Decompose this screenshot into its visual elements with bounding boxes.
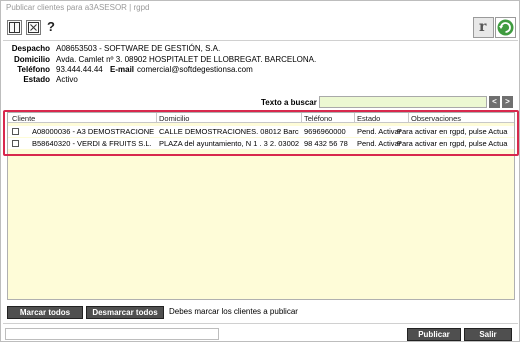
close-x-icon bbox=[28, 22, 39, 33]
domicilio-value: Avda. Camlet nº 3. 08902 HOSPITALET DE L… bbox=[56, 55, 317, 64]
estado-value: Activo bbox=[56, 75, 78, 84]
email-label: E-mail bbox=[110, 65, 135, 74]
grid-icon bbox=[9, 22, 20, 33]
desmarcar-todos-button[interactable]: Desmarcar todos bbox=[86, 306, 164, 319]
title-bar: Publicar clientes para a3ASESOR | rgpd bbox=[1, 1, 519, 16]
refresh-icon bbox=[497, 19, 514, 36]
separator bbox=[3, 40, 518, 41]
arrow-left-icon[interactable]: < bbox=[489, 96, 500, 108]
salir-button[interactable]: Salir bbox=[464, 328, 512, 341]
domicilio-label: Domicilio bbox=[13, 55, 50, 64]
despacho-label: Despacho bbox=[11, 44, 50, 53]
footer-message: Debes marcar los clientes a publicar bbox=[169, 307, 298, 316]
status-field bbox=[5, 328, 219, 340]
publicar-button[interactable]: Publicar bbox=[407, 328, 461, 341]
grid-view-button[interactable] bbox=[7, 20, 22, 35]
r-button[interactable]: r bbox=[473, 17, 494, 38]
window-title: Publicar clientes para a3ASESOR | rgpd bbox=[6, 3, 150, 12]
telefono-label: Teléfono bbox=[17, 65, 50, 74]
separator bbox=[3, 323, 518, 324]
estado-label: Estado bbox=[23, 75, 50, 84]
selection-highlight bbox=[3, 110, 519, 156]
email-value: comercial@softdegestionsa.com bbox=[137, 65, 253, 74]
despacho-value: A08653503 - SOFTWARE DE GESTIÓN, S.A. bbox=[56, 44, 221, 53]
help-icon[interactable]: ? bbox=[47, 19, 55, 34]
arrow-right-icon[interactable]: > bbox=[502, 96, 513, 108]
refresh-button[interactable] bbox=[495, 17, 516, 38]
r-icon: r bbox=[479, 19, 487, 35]
search-input[interactable] bbox=[319, 96, 487, 108]
search-label: Texto a buscar bbox=[261, 98, 317, 107]
telefono-value: 93.444.44.44 bbox=[56, 65, 103, 74]
marcar-todos-button[interactable]: Marcar todos bbox=[7, 306, 83, 319]
publish-clients-window: Publicar clientes para a3ASESOR | rgpd ?… bbox=[0, 0, 520, 342]
close-x-button[interactable] bbox=[26, 20, 41, 35]
